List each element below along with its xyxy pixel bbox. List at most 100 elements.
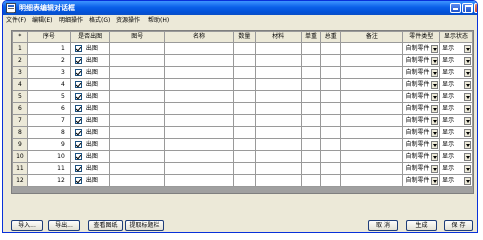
total-weight-cell[interactable] [320,90,342,103]
unit-weight-cell[interactable] [300,126,322,139]
part-type-dropdown[interactable]: 自制零件 [404,79,439,90]
output-cell[interactable]: 出图 [69,114,111,127]
menu-file[interactable]: 文件(F) [6,16,26,25]
unit-weight-cell[interactable] [300,66,322,79]
part-type-cell[interactable]: 自制零件 [402,174,441,187]
display-cell[interactable]: 显示 [439,114,473,127]
display-dropdown[interactable]: 显示 [441,127,471,138]
drawing-no-cell[interactable] [109,114,165,127]
menu-help[interactable]: 帮助(H) [148,16,169,25]
total-weight-cell[interactable] [320,114,342,127]
column-header-unit-weight[interactable]: 单重 [300,31,322,43]
output-cell[interactable]: 出图 [69,162,111,175]
remark-cell[interactable] [340,102,404,115]
display-dropdown[interactable]: 显示 [441,67,471,78]
import-button[interactable]: 导入... [11,220,43,231]
table-row[interactable]: 10 10 出图 自制零件 显示 [12,150,473,163]
seq-cell[interactable]: 5 [26,90,71,103]
row-header[interactable]: 11 [12,162,28,175]
qty-cell[interactable] [232,90,256,103]
qty-cell[interactable] [232,54,256,67]
table-row[interactable]: 6 6 出图 自制零件 显示 [12,102,473,115]
qty-cell[interactable] [232,114,256,127]
detail-table-grid[interactable]: * 序号 是否出图 图号 名称 数量 材料 单重 总重 备注 零件类型 显示状态… [11,30,474,194]
part-type-dropdown[interactable]: 自制零件 [404,43,439,54]
table-row[interactable]: 9 9 出图 自制零件 显示 [12,138,473,151]
remark-cell[interactable] [340,42,404,55]
chevron-down-icon[interactable] [464,128,471,137]
table-row[interactable]: 8 8 出图 自制零件 显示 [12,126,473,139]
total-weight-cell[interactable] [320,42,342,55]
drawing-no-cell[interactable] [109,78,165,91]
display-dropdown[interactable]: 显示 [441,175,471,186]
qty-cell[interactable] [232,66,256,79]
material-cell[interactable] [254,126,302,139]
part-type-cell[interactable]: 自制零件 [402,138,441,151]
menu-detail-ops[interactable]: 明细操作 [59,16,83,25]
chevron-down-icon[interactable] [431,116,439,125]
seq-cell[interactable]: 2 [26,54,71,67]
column-header-display[interactable]: 显示状态 [439,31,473,43]
display-dropdown[interactable]: 显示 [441,79,471,90]
chevron-down-icon[interactable] [431,140,439,149]
display-cell[interactable]: 显示 [439,42,473,55]
output-checkbox[interactable] [74,152,82,160]
chevron-down-icon[interactable] [464,176,471,185]
name-cell[interactable] [163,162,234,175]
drawing-no-cell[interactable] [109,126,165,139]
seq-cell[interactable]: 9 [26,138,71,151]
display-dropdown[interactable]: 显示 [441,43,471,54]
chevron-down-icon[interactable] [464,80,471,89]
remark-cell[interactable] [340,174,404,187]
output-cell[interactable]: 出图 [69,174,111,187]
remark-cell[interactable] [340,162,404,175]
row-header[interactable]: 1 [12,42,28,55]
part-type-dropdown[interactable]: 自制零件 [404,151,439,162]
part-type-dropdown[interactable]: 自制零件 [404,115,439,126]
material-cell[interactable] [254,78,302,91]
seq-cell[interactable]: 1 [26,42,71,55]
display-dropdown[interactable]: 显示 [441,91,471,102]
material-cell[interactable] [254,114,302,127]
output-cell[interactable]: 出图 [69,54,111,67]
display-dropdown[interactable]: 显示 [441,139,471,150]
chevron-down-icon[interactable] [464,68,471,77]
name-cell[interactable] [163,54,234,67]
display-dropdown[interactable]: 显示 [441,55,471,66]
unit-weight-cell[interactable] [300,54,322,67]
column-header-total-weight[interactable]: 总重 [320,31,342,43]
part-type-dropdown[interactable]: 自制零件 [404,127,439,138]
column-header-output[interactable]: 是否出图 [69,31,111,43]
unit-weight-cell[interactable] [300,42,322,55]
remark-cell[interactable] [340,54,404,67]
remark-cell[interactable] [340,114,404,127]
output-checkbox[interactable] [74,80,82,88]
part-type-dropdown[interactable]: 自制零件 [404,163,439,174]
chevron-down-icon[interactable] [431,164,439,173]
title-bar[interactable]: 明细表编辑对话框 × [3,1,477,15]
output-cell[interactable]: 出图 [69,78,111,91]
column-header-seq[interactable]: 序号 [26,31,71,43]
chevron-down-icon[interactable] [464,92,471,101]
seq-cell[interactable]: 6 [26,102,71,115]
output-checkbox[interactable] [74,128,82,136]
output-checkbox[interactable] [74,140,82,148]
display-cell[interactable]: 显示 [439,54,473,67]
chevron-down-icon[interactable] [431,44,439,53]
total-weight-cell[interactable] [320,78,342,91]
remark-cell[interactable] [340,138,404,151]
chevron-down-icon[interactable] [431,80,439,89]
row-header[interactable]: 3 [12,66,28,79]
display-dropdown[interactable]: 显示 [441,103,471,114]
drawing-no-cell[interactable] [109,42,165,55]
menu-resource-ops[interactable]: 资源操作 [116,16,140,25]
qty-cell[interactable] [232,42,256,55]
generate-button[interactable]: 生成 [406,220,437,231]
material-cell[interactable] [254,162,302,175]
row-header[interactable]: 7 [12,114,28,127]
material-cell[interactable] [254,54,302,67]
column-header-drawing-no[interactable]: 图号 [109,31,165,43]
table-row[interactable]: 2 2 出图 自制零件 显示 [12,54,473,67]
material-cell[interactable] [254,174,302,187]
cancel-button[interactable]: 取 消 [368,220,398,231]
